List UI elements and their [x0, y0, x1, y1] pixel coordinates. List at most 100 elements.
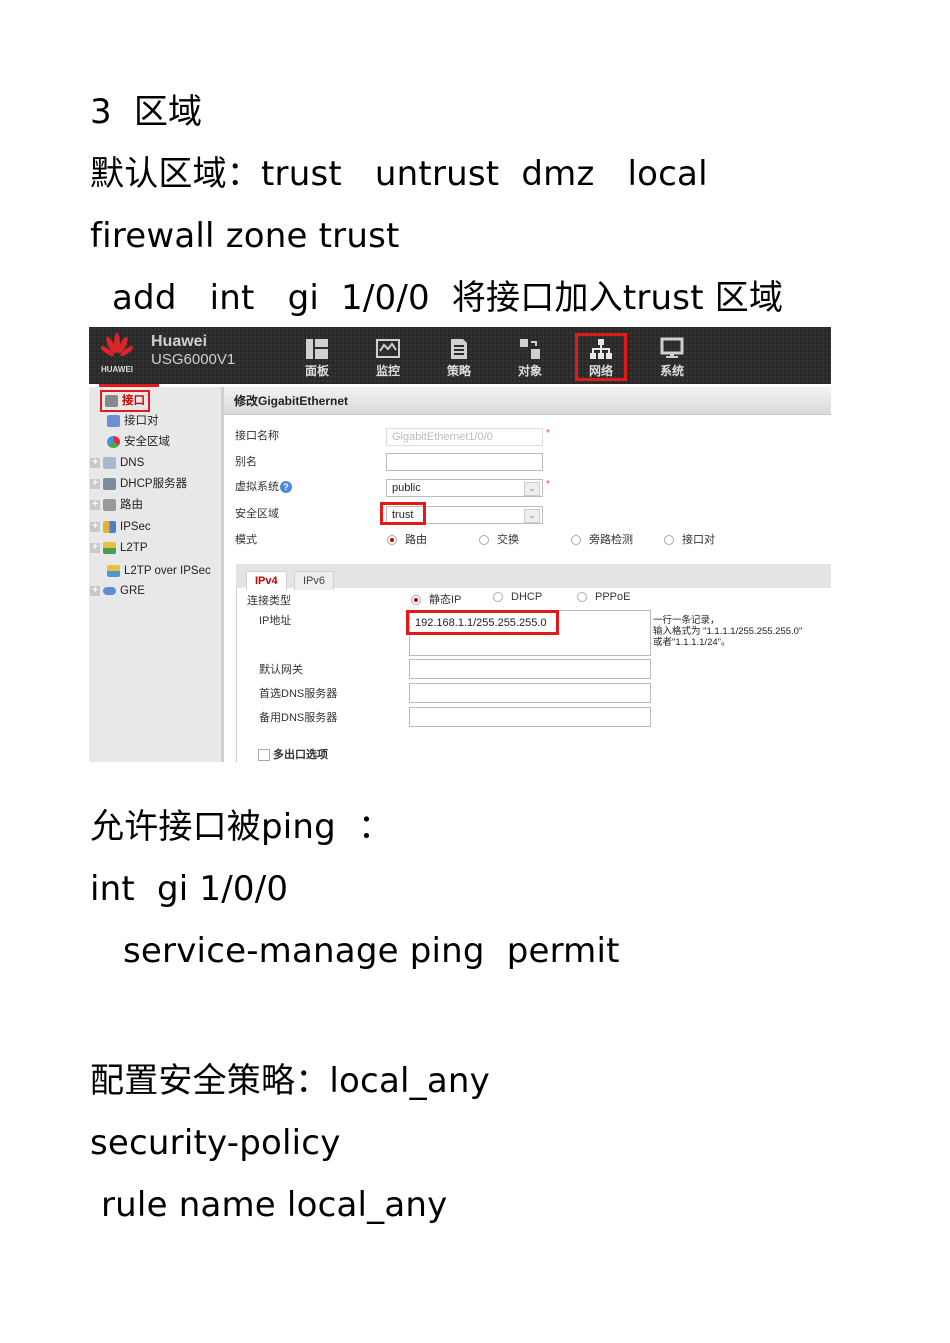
- expand-icon[interactable]: +: [90, 521, 100, 532]
- monitor-icon: [376, 339, 400, 358]
- radio-icon: [493, 592, 503, 603]
- sidebar-item-route[interactable]: + 路由: [90, 496, 143, 514]
- radio-label: 接口对: [682, 534, 715, 546]
- product-name: Huawei USG6000V1: [151, 333, 235, 369]
- mode-label: 模式: [235, 534, 257, 546]
- l2tp-ipsec-icon: [107, 564, 120, 577]
- mode-radio-interface-pair[interactable]: 接口对: [664, 531, 715, 547]
- checkbox-label: 多出口选项: [273, 749, 328, 761]
- vsys-value: public: [392, 482, 421, 494]
- expand-icon[interactable]: +: [90, 478, 100, 489]
- text-line: security-policy: [90, 1123, 341, 1163]
- route-icon: [103, 498, 116, 511]
- model-name: USG6000V1: [151, 351, 236, 368]
- nav-label: 对象: [517, 364, 542, 378]
- dns-icon: [103, 456, 116, 469]
- sidebar-item-label: IPSec: [120, 521, 151, 533]
- sidebar-item-label: L2TP over IPSec: [124, 565, 211, 577]
- ip-tabstrip: IPv4 IPv6: [236, 564, 831, 590]
- panel-title: 修改GigabitEthernet: [224, 387, 831, 415]
- vsys-label-text: 虚拟系统: [235, 481, 279, 493]
- sidebar-item-label: 路由: [120, 499, 143, 511]
- section-heading: 3 区域: [90, 92, 203, 132]
- expand-icon[interactable]: +: [90, 457, 100, 468]
- radio-icon: [577, 592, 587, 603]
- conn-radio-dhcp[interactable]: DHCP: [493, 591, 542, 603]
- dashboard-icon: [306, 339, 328, 359]
- dns2-field[interactable]: [409, 707, 651, 727]
- mode-radio-bypass[interactable]: 旁路检测: [571, 531, 633, 547]
- sidebar-item-security-zone[interactable]: 安全区域: [107, 433, 170, 451]
- radio-label: 交换: [497, 534, 519, 546]
- radio-label: DHCP: [511, 591, 543, 603]
- sidebar-item-label: DHCP服务器: [120, 478, 188, 490]
- text-line: 允许接口被ping ：: [90, 807, 393, 847]
- mode-radio-switch[interactable]: 交换: [479, 531, 519, 547]
- radio-label: 路由: [405, 534, 427, 546]
- nav-policy[interactable]: 策略: [435, 335, 483, 379]
- nav-label: 监控: [375, 364, 400, 378]
- radio-icon: [571, 535, 581, 546]
- nav-label: 面板: [304, 364, 329, 378]
- logo-text: HUAWEI: [101, 365, 133, 374]
- sidebar-item-l2tp[interactable]: + L2TP: [90, 539, 148, 557]
- conn-radio-static[interactable]: 静态IP: [411, 591, 461, 607]
- required-mark: *: [546, 428, 550, 439]
- l2tp-key-icon: [103, 541, 116, 554]
- sidebar-item-gre[interactable]: + GRE: [90, 582, 145, 600]
- checkbox-icon: [258, 749, 270, 762]
- alias-field[interactable]: [386, 453, 543, 471]
- ip-address-label: IP地址: [259, 615, 292, 627]
- interface-name-field: GigabitEthernet1/0/0: [386, 428, 543, 446]
- chevron-down-icon[interactable]: ⌄: [524, 482, 540, 496]
- text-line: firewall zone trust: [90, 216, 400, 256]
- nav-network[interactable]: 网络: [575, 333, 627, 381]
- text-line: add int gi 1/0/0 将接口加入trust 区域: [90, 278, 784, 318]
- interface-name-label: 接口名称: [235, 430, 279, 442]
- vsys-label: 虚拟系统?: [235, 478, 292, 494]
- vsys-select[interactable]: public ⌄: [386, 479, 543, 497]
- sidebar-item-ipsec[interactable]: + IPSec: [90, 518, 151, 536]
- nav-monitor[interactable]: 监控: [364, 335, 412, 379]
- radio-label: 静态IP: [429, 594, 462, 606]
- conn-type-label: 连接类型: [247, 595, 291, 607]
- nav-label: 系统: [659, 364, 684, 378]
- help-icon[interactable]: ?: [280, 481, 292, 493]
- expand-icon[interactable]: +: [90, 585, 100, 596]
- nav-object[interactable]: 对象: [506, 335, 554, 379]
- ipv4-pane: 连接类型 静态IP DHCP PPPoE IP地址 192.168.1.1/25…: [236, 588, 831, 762]
- sidebar-item-dhcp[interactable]: + DHCP服务器: [90, 475, 187, 493]
- radio-icon: [664, 535, 674, 546]
- sidebar-item-label: DNS: [120, 457, 145, 469]
- dns1-field[interactable]: [409, 683, 651, 703]
- huawei-logo-icon: [101, 333, 133, 357]
- policy-icon: [451, 339, 467, 359]
- highlight-box: [380, 502, 426, 525]
- edit-panel: 修改GigabitEthernet 接口名称 GigabitEthernet1/…: [224, 387, 831, 762]
- conn-radio-pppoe[interactable]: PPPoE: [577, 591, 630, 603]
- sidebar-item-interface-pair[interactable]: 接口对: [107, 412, 159, 430]
- multi-exit-checkbox[interactable]: 多出口选项: [258, 746, 328, 762]
- sidebar-item-l2tp-over-ipsec[interactable]: L2TP over IPSec: [107, 562, 211, 580]
- object-icon: [520, 339, 540, 359]
- required-mark: *: [546, 479, 550, 490]
- huawei-logo: HUAWEI: [95, 333, 139, 377]
- nav-system[interactable]: 系统: [648, 335, 696, 379]
- zone-pie-icon: [107, 435, 120, 448]
- sidebar-item-interface[interactable]: 接口: [100, 390, 150, 412]
- dns1-label: 首选DNS服务器: [259, 688, 338, 700]
- gateway-field[interactable]: [409, 659, 651, 679]
- nav-dashboard[interactable]: 面板: [293, 335, 341, 379]
- chevron-down-icon[interactable]: ⌄: [524, 509, 540, 523]
- radio-icon: [479, 535, 489, 546]
- expand-icon[interactable]: +: [90, 542, 100, 553]
- top-nav-bar: HUAWEI Huawei USG6000V1 面板 监控 策略 对象 网络 系…: [89, 327, 831, 384]
- mode-radio-route[interactable]: 路由: [387, 531, 427, 547]
- sidebar-item-label: 安全区域: [124, 436, 170, 448]
- sidebar-item-dns[interactable]: + DNS: [90, 454, 144, 472]
- radio-selected-icon: [387, 535, 397, 546]
- nav-label: 策略: [446, 364, 471, 378]
- expand-icon[interactable]: +: [90, 499, 100, 510]
- highlight-box: [406, 610, 559, 635]
- text-line: service-manage ping permit: [90, 931, 620, 971]
